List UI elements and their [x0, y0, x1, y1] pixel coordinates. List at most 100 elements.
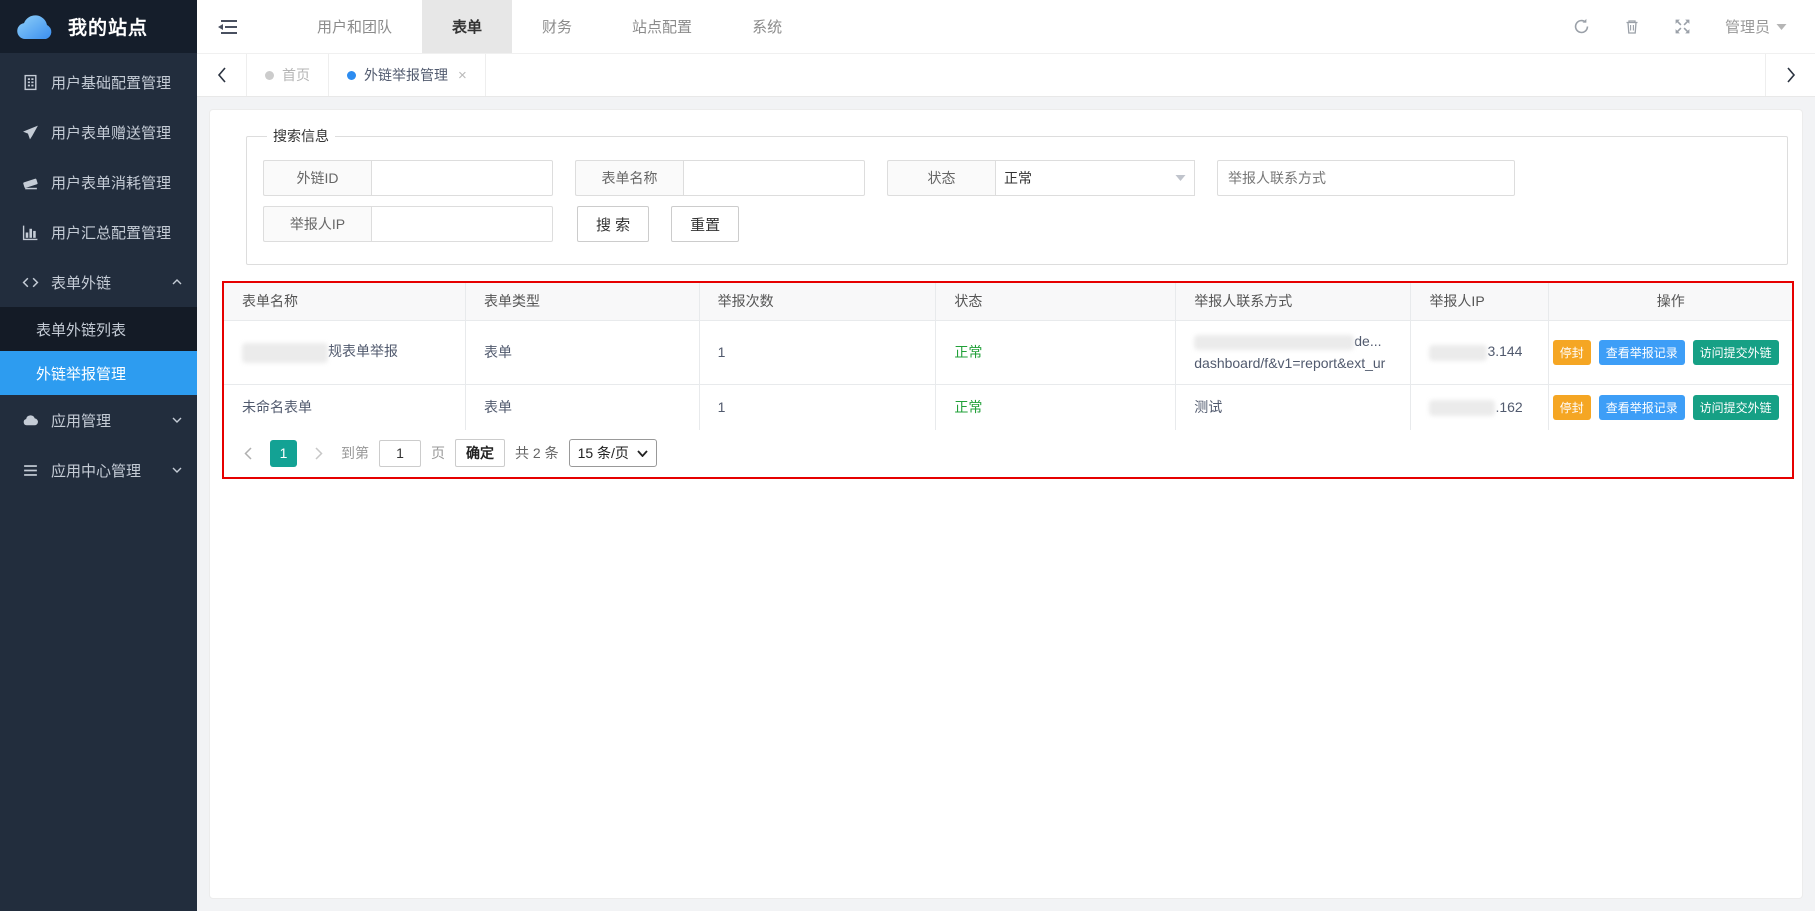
fullscreen-icon[interactable]: [1674, 18, 1691, 35]
page-content: 搜索信息 外链ID 表单名称 状态 正常: [197, 97, 1815, 911]
sidebar-subitem-label: 外链举报管理: [36, 363, 126, 384]
nav-item-users-teams[interactable]: 用户和团队: [287, 0, 422, 53]
nav-item-finance[interactable]: 财务: [512, 0, 602, 53]
search-button[interactable]: 搜 索: [577, 206, 649, 242]
nav-item-label: 系统: [752, 16, 782, 37]
sidebar-item-user-summary[interactable]: 用户汇总配置管理: [0, 207, 197, 257]
cell-actions: 停封 查看举报记录 访问提交外链: [1549, 320, 1792, 384]
visit-submit-link-button[interactable]: 访问提交外链: [1693, 395, 1779, 420]
goto-page-input[interactable]: [379, 440, 421, 467]
contact-input[interactable]: [1217, 160, 1515, 196]
ban-button[interactable]: 停封: [1553, 395, 1591, 420]
prev-page-icon[interactable]: [236, 440, 260, 466]
reset-button[interactable]: 重置: [671, 206, 739, 242]
sidebar-subitem-extlink-list[interactable]: 表单外链列表: [0, 307, 197, 351]
cell-status: 正常: [936, 384, 1176, 430]
col-reporter-ip: 举报人IP: [1411, 283, 1549, 320]
form-name-input[interactable]: [683, 160, 865, 196]
sidebar-fold-button[interactable]: [197, 0, 257, 53]
tab-status-dot: [347, 71, 356, 80]
main-area: 用户和团队 表单 财务 站点配置 系统 管理员: [197, 0, 1815, 911]
report-table: 表单名称 表单类型 举报次数 状态 举报人联系方式 举报人IP 操作: [224, 283, 1792, 430]
tab-strip: 首页 外链举报管理 ×: [197, 53, 1815, 97]
reporter-ip-field-group: 举报人IP: [263, 206, 553, 242]
status-select[interactable]: 正常: [995, 160, 1195, 196]
page-unit-label: 页: [431, 443, 445, 463]
nav-item-system[interactable]: 系统: [722, 0, 812, 53]
nav-item-label: 财务: [542, 16, 572, 37]
cell-reporter-ip: .162: [1411, 384, 1549, 430]
col-contact: 举报人联系方式: [1176, 283, 1411, 320]
sidebar-item-form-gift[interactable]: 用户表单赠送管理: [0, 107, 197, 157]
reporter-ip-input[interactable]: [371, 206, 553, 242]
nav-item-site-config[interactable]: 站点配置: [602, 0, 722, 53]
col-report-count: 举报次数: [699, 283, 936, 320]
top-bar: 用户和团队 表单 财务 站点配置 系统 管理员: [197, 0, 1815, 53]
sidebar-item-appcenter-manage[interactable]: 应用中心管理: [0, 445, 197, 495]
goto-confirm-button[interactable]: 确定: [455, 439, 505, 467]
cloud-icon: [22, 412, 39, 429]
sidebar-item-label: 用户基础配置管理: [51, 72, 183, 93]
form-name-field-group: 表单名称: [575, 160, 865, 196]
view-report-records-button[interactable]: 查看举报记录: [1599, 340, 1685, 365]
status-field-group: 状态 正常: [887, 160, 1195, 196]
refresh-icon[interactable]: [1573, 18, 1590, 35]
cell-status: 正常: [936, 320, 1176, 384]
tab-close-icon[interactable]: ×: [458, 67, 467, 84]
contact-line-1: de...: [1194, 330, 1400, 352]
redacted-text: [242, 343, 328, 363]
select-chevron-icon: [637, 450, 648, 457]
form-name-label: 表单名称: [575, 160, 683, 196]
menu-fold-icon: [218, 19, 237, 35]
sidebar-item-form-consume[interactable]: 用户表单消耗管理: [0, 157, 197, 207]
admin-menu[interactable]: 管理员: [1725, 16, 1787, 37]
col-actions: 操作: [1549, 283, 1792, 320]
status-select-value: 正常: [1004, 168, 1032, 188]
sidebar-item-label: 用户汇总配置管理: [51, 222, 183, 243]
tab-label: 首页: [282, 65, 310, 85]
building-icon: [22, 74, 39, 91]
cell-form-name: 规表单举报: [224, 320, 465, 384]
view-report-records-button[interactable]: 查看举报记录: [1599, 395, 1685, 420]
chevron-down-icon: [171, 464, 183, 476]
sidebar-subitem-label: 表单外链列表: [36, 319, 126, 340]
ext-id-input[interactable]: [371, 160, 553, 196]
page-number-button[interactable]: 1: [270, 440, 297, 467]
cell-form-name: 未命名表单: [224, 384, 465, 430]
admin-label: 管理员: [1725, 16, 1770, 37]
send-icon: [22, 124, 39, 141]
content-panel: 搜索信息 外链ID 表单名称 状态 正常: [209, 109, 1803, 899]
code-link-icon: [22, 274, 39, 291]
col-status: 状态: [936, 283, 1176, 320]
cell-report-count: 1: [699, 320, 936, 384]
visit-submit-link-button[interactable]: 访问提交外链: [1693, 340, 1779, 365]
tab-home[interactable]: 首页: [247, 54, 329, 96]
col-form-type: 表单类型: [465, 283, 699, 320]
chevron-up-icon: [171, 276, 183, 288]
page-size-select[interactable]: 15 条/页: [569, 439, 657, 467]
next-page-icon[interactable]: [307, 440, 331, 466]
topbar-actions: 管理员: [1573, 16, 1815, 37]
tabs-scroll-left-icon[interactable]: [197, 54, 247, 96]
tab-extlink-report[interactable]: 外链举报管理 ×: [329, 54, 486, 96]
sidebar-item-app-manage[interactable]: 应用管理: [0, 395, 197, 445]
sidebar-item-label: 用户表单消耗管理: [51, 172, 183, 193]
cell-contact: de... dashboard/f&v1=report&ext_ur: [1176, 320, 1411, 384]
app-title: 我的站点: [68, 13, 148, 40]
tabs-scroll-right-icon[interactable]: [1765, 54, 1815, 96]
nav-item-forms[interactable]: 表单: [422, 0, 512, 53]
trash-icon[interactable]: [1624, 18, 1640, 35]
ban-button[interactable]: 停封: [1553, 340, 1591, 365]
nav-item-label: 表单: [452, 16, 482, 37]
report-table-zone: 表单名称 表单类型 举报次数 状态 举报人联系方式 举报人IP 操作: [222, 281, 1794, 479]
table-row: 规表单举报 表单 1 正常 de... dashboard/f&v1=repor…: [224, 320, 1792, 384]
sidebar-subitem-extlink-report[interactable]: 外链举报管理: [0, 351, 197, 395]
sidebar-item-label: 应用中心管理: [51, 460, 159, 481]
sidebar-item-user-base-config[interactable]: 用户基础配置管理: [0, 57, 197, 107]
list-icon: [22, 462, 39, 479]
search-row-2: 举报人IP 搜 索 重置: [263, 206, 1777, 242]
goto-label: 到第: [341, 443, 369, 463]
sidebar-item-form-extlink[interactable]: 表单外链: [0, 257, 197, 307]
search-panel: 搜索信息 外链ID 表单名称 状态 正常: [246, 126, 1788, 265]
tab-label: 外链举报管理: [364, 65, 448, 85]
